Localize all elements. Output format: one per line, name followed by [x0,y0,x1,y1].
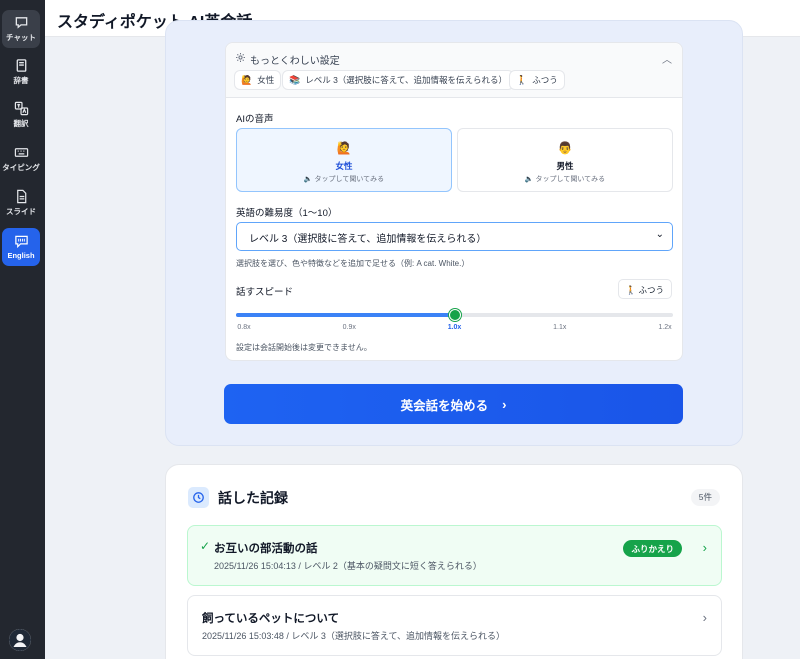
speed-tick-label: 1.0x [447,324,462,331]
chevron-right-icon: › [502,396,507,412]
sidebar-item-label: タイピング [2,163,40,172]
chip-emoji: 📚 [289,74,301,85]
english-chat-icon [14,235,28,249]
speed-label: 話すスピード [236,287,294,298]
translate-icon [14,101,28,116]
history-count-badge: 5件 [690,489,720,506]
lock-note: 設定は会話開始後は変更できません。 [236,343,372,352]
sidebar-item-label: スライド [6,207,36,216]
female-face-icon: 🙋 [336,141,352,155]
voice-preview-hint: 🔈 タップして聞いてみる [524,176,606,183]
male-face-icon: 👨 [557,141,573,155]
record-title: 飼っているペットについて [202,613,340,625]
clock-icon [188,487,209,508]
chip-emoji: 🚶 [516,74,528,85]
chevron-up-icon[interactable]: ︿ [662,51,672,66]
history-record[interactable]: ✓ お互いの部活動の話 2025/11/26 15:04:13 / レベル 2（… [187,525,722,586]
voice-option-male[interactable]: 👨 男性 🔈 タップして聞いてみる [457,128,673,192]
voice-section-label: AIの音声 [236,114,274,125]
chip-label: レベル 3（選択肢に答えて、追加情報を伝えられる） [305,75,507,85]
avatar[interactable] [9,629,31,651]
history-title: 話した記録 [218,490,288,506]
difficulty-hint: 選択肢を選び、色や特徴などを追加で足せる（例: A cat. White.） [236,259,470,268]
speed-tick-label: 0.8x [237,324,251,331]
sidebar-item-translate[interactable]: 翻訳 [2,96,40,134]
chat-icon [15,17,27,29]
sidebar-item-slides[interactable]: スライド [2,184,40,222]
settings-title: もっとくわしい設定 [250,56,340,67]
sidebar-item-label: English [7,251,35,260]
chip-label: ふつう [532,75,558,85]
settings-accordion-header[interactable]: もっとくわしい設定 ︿ 🙋 女性 📚 レベル 3（選択肢に答えて、追加情報を伝えられ… [226,43,682,98]
check-icon: ✓ [200,539,211,553]
speed-slider-fill [236,313,455,317]
sidebar: チャット 辞書 翻訳 タイピング スライド English [0,0,45,659]
sidebar-item-chat[interactable]: チャット [2,10,40,48]
speed-slider-thumb[interactable] [448,309,461,321]
summary-chip-level: 📚 レベル 3（選択肢に答えて、追加情報を伝えられる） [282,70,514,90]
record-title: お互いの部活動の話 [214,543,318,555]
record-meta: 2025/11/26 15:04:13 / レベル 2（基本の疑問文に短く答えら… [214,561,482,571]
sidebar-item-dictionary[interactable]: 辞書 [2,53,40,91]
gear-icon [236,53,245,62]
sidebar-item-label: 翻訳 [13,119,29,128]
history-record[interactable]: 飼っているペットについて 2025/11/26 15:03:48 / レベル 3… [187,595,722,656]
chevron-down-icon: ⌄ [655,229,664,240]
chevron-right-icon: › [702,610,707,625]
sidebar-item-typing[interactable]: タイピング [2,140,40,178]
book-icon [16,59,26,72]
sidebar-item-label: 辞書 [13,76,29,85]
record-meta: 2025/11/26 15:03:48 / レベル 3（選択肢に答えて、追加情報… [202,631,506,641]
document-icon [16,189,26,204]
voice-option-female[interactable]: 🙋 女性 🔈 タップして聞いてみる [236,128,452,192]
chevron-right-icon: › [702,540,707,555]
start-button-label: 英会話を始める [400,398,489,413]
keyboard-icon [14,148,28,157]
advanced-settings-card: もっとくわしい設定 ︿ 🙋 女性 📚 レベル 3（選択肢に答えて、追加情報を伝えられ… [225,42,683,361]
difficulty-label: 英語の難易度（1〜10） [236,208,338,219]
review-button[interactable]: ふりかえり [623,540,682,557]
sidebar-item-label: チャット [6,33,36,42]
chip-emoji: 🙋 [241,74,253,85]
user-icon [9,629,31,651]
speed-tick-label: 1.1x [553,324,567,331]
voice-name: 女性 [335,161,353,171]
history-card: 話した記録 5件 ✓ お互いの部活動の話 2025/11/26 15:04:13… [165,464,743,659]
summary-chip-speed: 🚶 ふつう [509,70,565,90]
voice-name: 男性 [556,161,574,171]
speed-tick-label: 0.9x [342,324,356,331]
chip-label: 女性 [257,75,275,85]
speed-tick-label: 1.2x [658,324,672,331]
summary-chip-voice: 🙋 女性 [234,70,282,90]
speed-value-badge: 🚶 ふつう [617,279,672,299]
difficulty-selected-value: レベル 3（選択肢に答えて、追加情報を伝えられる） [249,234,487,245]
speed-slider[interactable] [236,309,673,321]
difficulty-select[interactable]: レベル 3（選択肢に答えて、追加情報を伝えられる） ⌄ [236,222,673,251]
start-conversation-button[interactable]: 英会話を始める › [224,384,683,424]
voice-preview-hint: 🔈 タップして聞いてみる [303,176,385,183]
sidebar-item-english[interactable]: English [2,228,40,266]
